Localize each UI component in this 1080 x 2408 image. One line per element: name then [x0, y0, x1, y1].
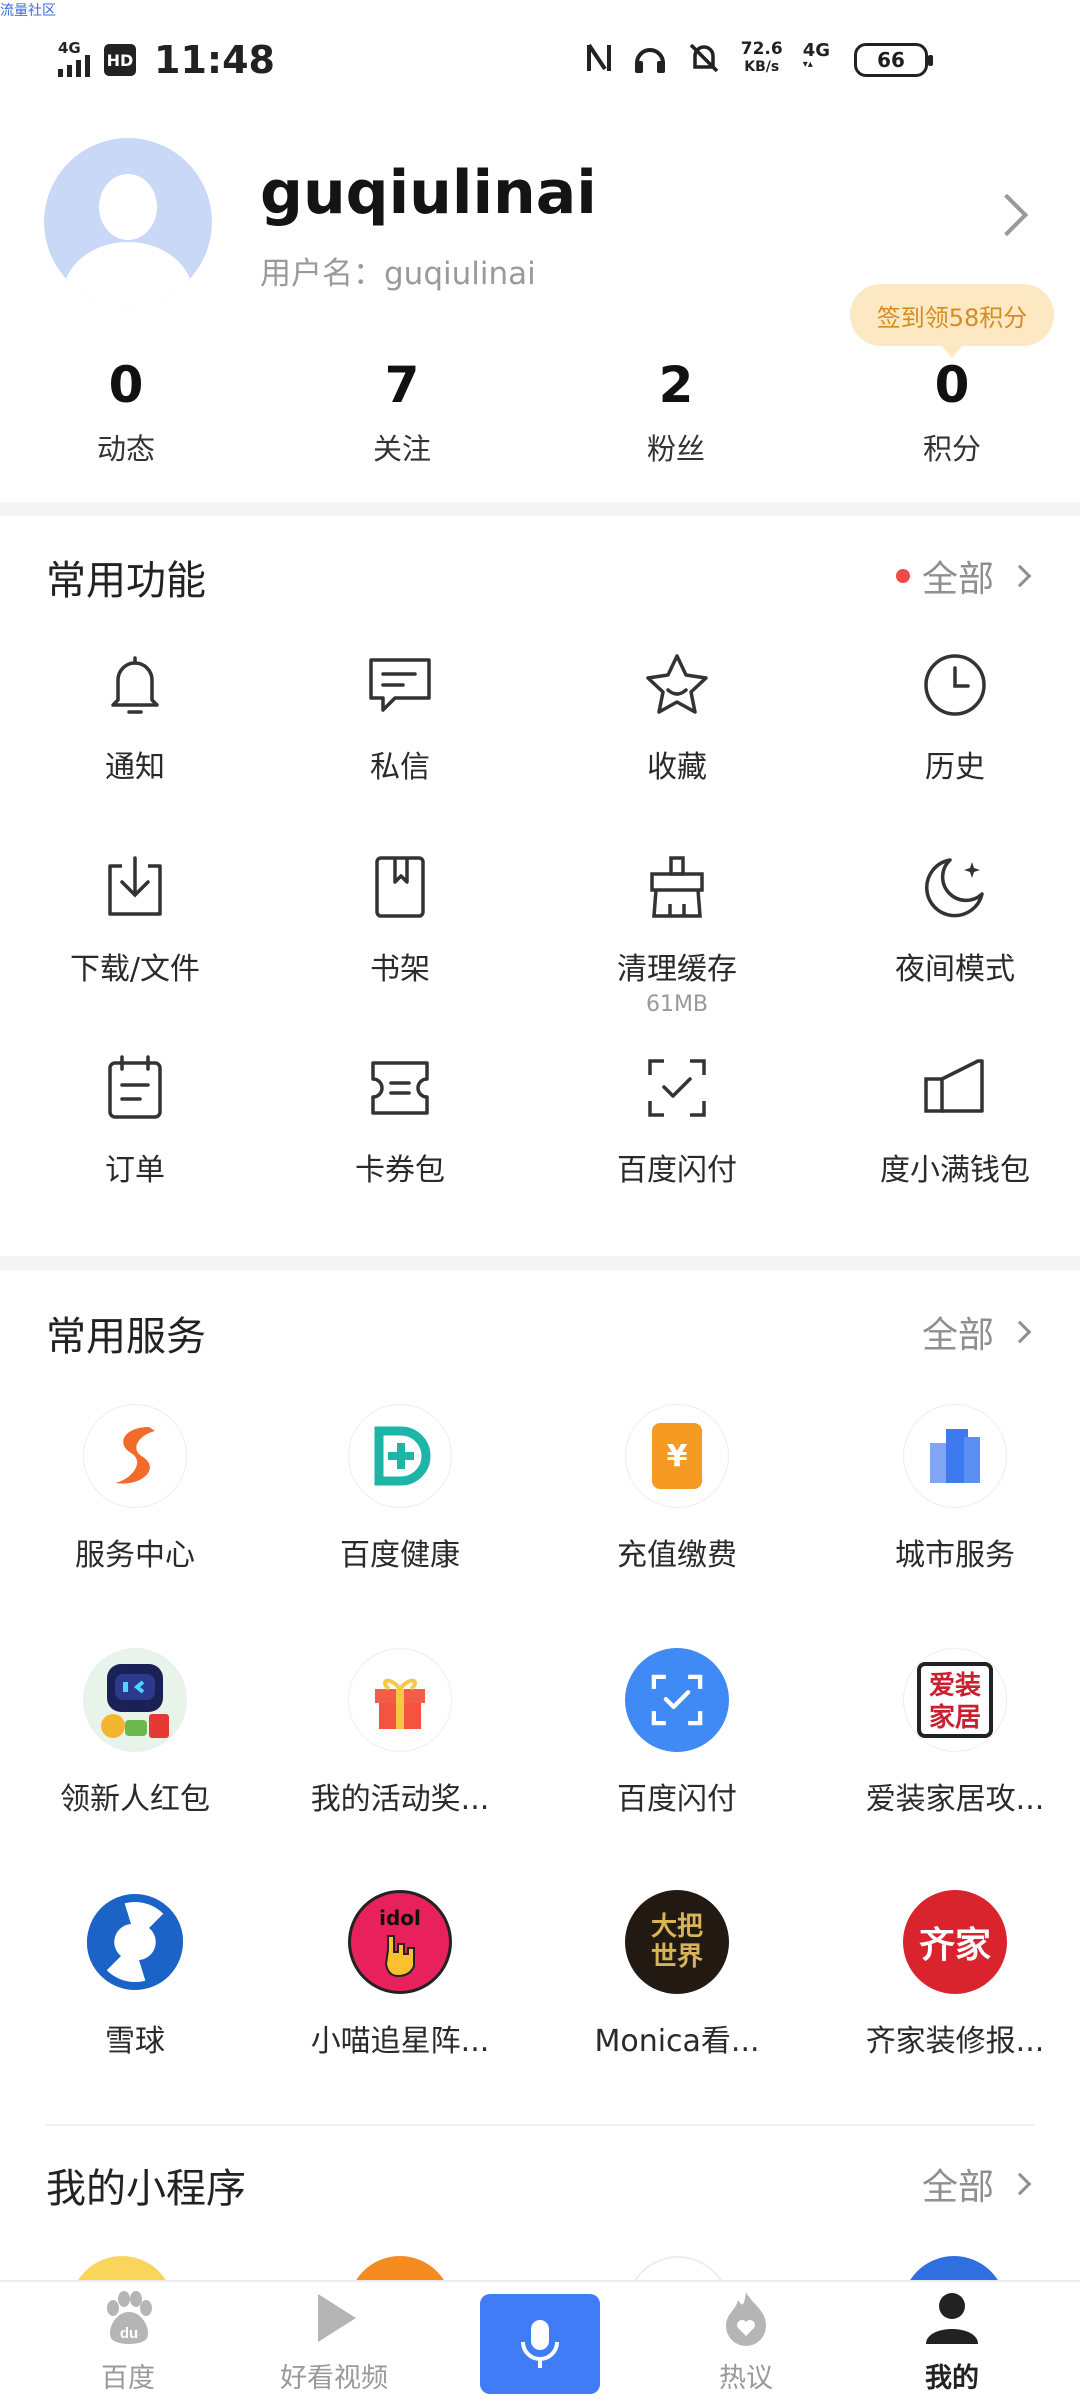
display-name[interactable]: guqiulinai: [260, 158, 597, 228]
service-center-icon: [83, 1404, 187, 1508]
flash-pay-icon: [625, 1648, 729, 1752]
svc-snowball[interactable]: 雪球: [0, 1890, 270, 2060]
clock-icon: [924, 654, 986, 716]
star-icon: [646, 654, 708, 714]
order-icon: [108, 1055, 162, 1119]
bell-icon: [111, 656, 159, 714]
svc-flash-pay[interactable]: 百度闪付: [542, 1648, 812, 1818]
tab-mine[interactable]: 我的: [872, 2290, 1032, 2395]
common-functions-title: 常用功能: [46, 558, 206, 604]
section-divider: [0, 1256, 1080, 1270]
func-favorites[interactable]: 收藏: [542, 650, 812, 786]
svc-home-decor[interactable]: 爱装家居 爱装家居攻...: [820, 1648, 1080, 1818]
section-divider: [46, 2124, 1034, 2126]
coupon-icon: [371, 1061, 429, 1115]
func-flash-pay[interactable]: 百度闪付: [542, 1053, 812, 1189]
home-decor-icon: 爱装家居: [903, 1648, 1007, 1752]
microphone-icon: [521, 2320, 559, 2368]
stat-posts[interactable]: 0 动态: [26, 356, 226, 468]
common-functions-all-button[interactable]: 全部: [895, 550, 1032, 602]
mini-programs-all-button[interactable]: 全部: [922, 2158, 1032, 2210]
common-services-all-button[interactable]: 全部: [922, 1306, 1032, 1358]
svc-qijia[interactable]: 齐家 齐家装修报...: [820, 1890, 1080, 2060]
chevron-right-icon: [1008, 564, 1032, 588]
battery-indicator: 66: [854, 43, 933, 77]
mini-programs-title: 我的小程序: [46, 2166, 246, 2212]
user-icon: [926, 2293, 978, 2344]
func-history[interactable]: 历史: [820, 650, 1080, 786]
watermark: 流量社区: [0, 3, 56, 19]
svc-health[interactable]: 百度健康: [265, 1404, 535, 1574]
username-line: 用户名：guqiulinai: [260, 256, 536, 292]
chevron-right-icon: [1008, 2172, 1032, 2196]
recharge-icon: ¥: [625, 1404, 729, 1508]
tab-hot-discussion[interactable]: 热议: [666, 2290, 826, 2395]
cache-size: 61MB: [645, 992, 709, 1017]
status-bar: 4G HD 11:48 72.6 KB/s 4G ▾▴ 66: [0, 30, 1080, 90]
nfc-icon: [586, 43, 611, 71]
headphones-icon: [634, 48, 665, 73]
net-speed: 72.6 KB/s: [740, 39, 783, 75]
status-time: 11:48: [154, 38, 275, 82]
qijia-icon: 齐家: [903, 1890, 1007, 1994]
tab-haokan-video[interactable]: 好看视频: [254, 2290, 414, 2395]
mute-bell-icon: [689, 43, 718, 73]
func-coupons[interactable]: 卡券包: [265, 1053, 535, 1189]
wallet-icon: [924, 1059, 984, 1113]
red-dot-icon: [895, 569, 910, 583]
bookshelf-icon: [375, 856, 425, 918]
section-divider: [0, 502, 1080, 516]
stat-followers[interactable]: 2 粉丝: [576, 356, 776, 468]
robot-redpacket-icon: [83, 1648, 187, 1752]
idol-icon: idol: [348, 1890, 452, 1994]
play-icon: [318, 2294, 356, 2342]
health-icon: [348, 1404, 452, 1508]
func-bookshelf[interactable]: 书架: [265, 852, 535, 988]
snowball-icon: [83, 1890, 187, 1994]
svg-text:du: du: [120, 2325, 138, 2342]
common-services-title: 常用服务: [46, 1314, 206, 1360]
svc-recharge[interactable]: ¥ 充值缴费: [542, 1404, 812, 1574]
flame-icon: [726, 2292, 766, 2346]
chevron-right-icon: [1008, 1320, 1032, 1344]
func-download[interactable]: 下载/文件: [0, 852, 270, 988]
avatar[interactable]: [44, 138, 212, 306]
voice-search-button[interactable]: [480, 2294, 600, 2394]
svc-idol[interactable]: idol 小喵追星阵...: [265, 1890, 535, 2060]
svc-city[interactable]: 城市服务: [820, 1404, 1080, 1574]
broom-icon: [650, 856, 704, 918]
stat-following[interactable]: 7 关注: [302, 356, 502, 468]
scan-pay-icon: [648, 1059, 706, 1117]
func-message[interactable]: 私信: [265, 650, 535, 786]
gift-icon: [348, 1648, 452, 1752]
stat-points[interactable]: 0 积分: [852, 356, 1052, 468]
tab-baidu[interactable]: du 百度: [48, 2290, 208, 2395]
message-icon: [369, 658, 431, 712]
svc-new-user-redpacket[interactable]: 领新人红包: [0, 1648, 270, 1818]
city-icon: [903, 1404, 1007, 1508]
network2-icon: 4G ▾▴: [802, 40, 830, 71]
svc-service-center[interactable]: 服务中心: [0, 1404, 270, 1574]
chevron-right-icon[interactable]: [985, 193, 1029, 237]
func-orders[interactable]: 订单: [0, 1053, 270, 1189]
func-night-mode[interactable]: 夜间模式: [820, 852, 1080, 988]
svc-monica[interactable]: 大把世界 Monica看...: [542, 1890, 812, 2060]
func-wallet[interactable]: 度小满钱包: [820, 1053, 1080, 1189]
signal-icon: 4G: [58, 41, 92, 79]
signin-tip[interactable]: 签到领58积分: [850, 284, 1054, 358]
network-label: 4G: [58, 39, 81, 57]
func-notify[interactable]: 通知: [0, 650, 270, 786]
monica-icon: 大把世界: [625, 1890, 729, 1994]
baidu-paw-icon: du: [107, 2291, 152, 2344]
hd-icon: HD: [104, 44, 136, 76]
func-clear-cache[interactable]: 清理缓存 61MB: [542, 852, 812, 1017]
download-icon: [108, 856, 162, 916]
svc-activity-rewards[interactable]: 我的活动奖...: [265, 1648, 535, 1818]
moon-icon: [924, 858, 984, 918]
